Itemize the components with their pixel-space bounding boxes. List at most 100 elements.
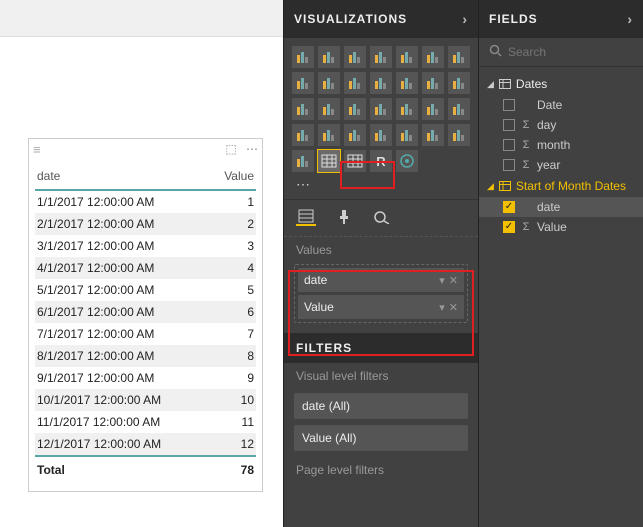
table-row[interactable]: 7/1/2017 12:00:00 AM7 <box>35 323 256 345</box>
slicer-icon[interactable] <box>370 124 392 146</box>
fields-tab-icon[interactable] <box>296 208 316 226</box>
scatter-chart-icon[interactable] <box>448 72 470 94</box>
table-row[interactable]: 1/1/2017 12:00:00 AM1 <box>35 191 256 213</box>
fields-field-row[interactable]: Σyear <box>479 155 643 175</box>
format-tab-icon[interactable] <box>334 208 354 226</box>
visual-level-filters-label: Visual level filters <box>284 363 478 387</box>
fields-field-row[interactable]: ✓Σdate <box>479 197 643 217</box>
table-icon[interactable] <box>318 150 340 172</box>
line-stacked-column-icon[interactable] <box>370 72 392 94</box>
pie-chart-icon[interactable] <box>292 98 314 120</box>
chevron-right-icon[interactable]: › <box>462 11 468 27</box>
drag-grip-icon[interactable]: ≡ <box>33 142 39 157</box>
table-row[interactable]: 4/1/2017 12:00:00 AM4 <box>35 257 256 279</box>
100-stacked-column-chart-icon[interactable] <box>422 46 444 68</box>
remove-field-icon[interactable]: ✕ <box>449 275 458 287</box>
fields-table-header[interactable]: ◢Start of Month Dates <box>479 175 643 197</box>
values-fieldwell[interactable]: date▾✕Value▾✕ <box>294 264 468 323</box>
table-row[interactable]: 6/1/2017 12:00:00 AM6 <box>35 301 256 323</box>
chevron-right-icon[interactable]: › <box>627 11 633 27</box>
report-canvas[interactable]: ≡ ⬚ ⋯ date Value 1/1/2017 12:00:00 AM12/… <box>0 0 283 527</box>
filters-header[interactable]: FILTERS <box>284 333 478 363</box>
fields-table-header[interactable]: ◢Dates <box>479 73 643 95</box>
fields-search[interactable] <box>479 38 643 67</box>
fields-field-row[interactable]: ✓ΣValue <box>479 217 643 237</box>
card-icon[interactable] <box>292 124 314 146</box>
cell-date: 6/1/2017 12:00:00 AM <box>37 305 209 319</box>
table-row[interactable]: 2/1/2017 12:00:00 AM2 <box>35 213 256 235</box>
fieldwell-item[interactable]: date▾✕ <box>298 268 464 292</box>
stacked-area-chart-icon[interactable] <box>318 72 340 94</box>
map-icon[interactable] <box>370 98 392 120</box>
fields-field-row[interactable]: ΣDate <box>479 95 643 115</box>
line-chart-icon[interactable] <box>448 46 470 68</box>
chevron-down-icon[interactable]: ▾ <box>439 302 445 314</box>
area-chart-icon[interactable] <box>292 72 314 94</box>
field-checkbox[interactable] <box>503 159 515 171</box>
table-row[interactable]: 10/1/2017 12:00:00 AM10 <box>35 389 256 411</box>
donut-chart-icon[interactable] <box>318 98 340 120</box>
total-label: Total <box>37 463 209 477</box>
cell-date: 1/1/2017 12:00:00 AM <box>37 195 209 209</box>
more-visuals-icon[interactable]: ⋯ <box>284 176 478 199</box>
treemap-icon[interactable] <box>344 98 366 120</box>
cell-date: 9/1/2017 12:00:00 AM <box>37 371 209 385</box>
chevron-down-icon[interactable]: ▾ <box>439 275 445 287</box>
funnel-chart-icon[interactable] <box>422 98 444 120</box>
shape-icon[interactable] <box>448 124 470 146</box>
100-stacked-bar-chart-icon[interactable] <box>396 46 418 68</box>
expand-triangle-icon[interactable]: ◢ <box>487 79 494 90</box>
expand-triangle-icon[interactable]: ◢ <box>487 181 494 192</box>
filter-item[interactable]: Value (All) <box>294 425 468 451</box>
matrix-icon[interactable] <box>344 150 366 172</box>
table-row[interactable]: 8/1/2017 12:00:00 AM8 <box>35 345 256 367</box>
table-row[interactable]: 11/1/2017 12:00:00 AM11 <box>35 411 256 433</box>
more-options-icon[interactable]: ⋯ <box>246 142 258 156</box>
line-clustered-column-icon[interactable] <box>344 72 366 94</box>
filled-map-icon[interactable] <box>396 98 418 120</box>
clustered-column-chart-icon[interactable] <box>370 46 392 68</box>
kpi-icon[interactable] <box>344 124 366 146</box>
fields-header[interactable]: FIELDS › <box>479 0 643 38</box>
fieldwell-item[interactable]: Value▾✕ <box>298 295 464 319</box>
mekko-chart-icon[interactable] <box>292 150 314 172</box>
table-row[interactable]: 5/1/2017 12:00:00 AM5 <box>35 279 256 301</box>
table-row[interactable]: 12/1/2017 12:00:00 AM12 <box>35 433 256 455</box>
field-checkbox[interactable]: ✓ <box>503 201 515 213</box>
table-visual-frame[interactable]: ≡ ⬚ ⋯ date Value 1/1/2017 12:00:00 AM12/… <box>28 138 263 492</box>
multirow-card-icon[interactable] <box>318 124 340 146</box>
ribbon-chart-icon[interactable] <box>396 72 418 94</box>
fields-field-row[interactable]: Σday <box>479 115 643 135</box>
r-visual-icon[interactable]: R <box>370 150 392 172</box>
gauge-icon[interactable] <box>448 98 470 120</box>
visualizations-pane: VISUALIZATIONS › R ⋯ Values date▾✕Value▾… <box>283 0 478 527</box>
clustered-bar-chart-icon[interactable] <box>344 46 366 68</box>
cell-date: 3/1/2017 12:00:00 AM <box>37 239 209 253</box>
stacked-column-chart-icon[interactable] <box>318 46 340 68</box>
cell-date: 5/1/2017 12:00:00 AM <box>37 283 209 297</box>
field-checkbox[interactable]: ✓ <box>503 221 515 233</box>
field-checkbox[interactable] <box>503 139 515 151</box>
table-visual: date Value 1/1/2017 12:00:00 AM12/1/2017… <box>29 159 262 491</box>
column-header-value[interactable]: Value <box>209 169 254 183</box>
waterfall-chart-icon[interactable] <box>422 72 444 94</box>
fields-field-row[interactable]: Σmonth <box>479 135 643 155</box>
text-box-icon[interactable] <box>422 124 444 146</box>
cell-date: 11/1/2017 12:00:00 AM <box>37 415 209 429</box>
visualizations-header[interactable]: VISUALIZATIONS › <box>284 0 478 38</box>
analytics-tab-icon[interactable] <box>372 208 392 226</box>
column-header-date[interactable]: date <box>37 169 209 183</box>
field-checkbox[interactable] <box>503 119 515 131</box>
field-checkbox[interactable] <box>503 99 515 111</box>
number-card-icon[interactable] <box>396 124 418 146</box>
cell-value: 5 <box>209 283 254 297</box>
search-input[interactable] <box>508 45 643 59</box>
table-row[interactable]: 9/1/2017 12:00:00 AM9 <box>35 367 256 389</box>
arcgis-map-icon[interactable] <box>396 150 418 172</box>
table-row[interactable]: 3/1/2017 12:00:00 AM3 <box>35 235 256 257</box>
focus-mode-icon[interactable]: ⬚ <box>225 142 236 156</box>
stacked-bar-chart-icon[interactable] <box>292 46 314 68</box>
filter-item[interactable]: date (All) <box>294 393 468 419</box>
format-tabs <box>284 199 478 237</box>
remove-field-icon[interactable]: ✕ <box>449 302 458 314</box>
